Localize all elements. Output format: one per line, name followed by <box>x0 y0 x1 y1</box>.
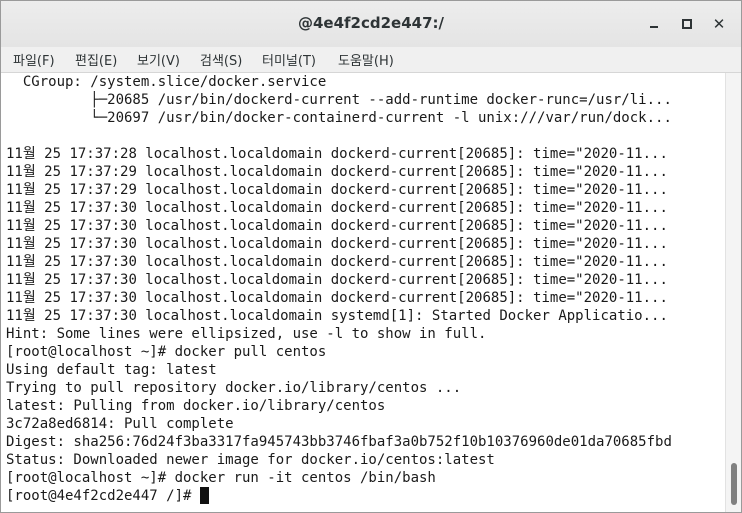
menu-file[interactable]: 파일(F) <box>11 50 57 69</box>
terminal-line: 11월 25 17:37:30 localhost.localdomain do… <box>6 236 668 252</box>
menu-bar: 파일(F) 편집(E) 보기(V) 검색(S) 터미널(T) 도움말(H) <box>1 47 741 73</box>
terminal-line: Trying to pull repository docker.io/libr… <box>6 380 462 396</box>
scrollbar-thumb[interactable] <box>731 463 737 505</box>
text-cursor <box>200 487 209 504</box>
terminal-line: [root@localhost ~]# docker pull centos <box>6 344 327 360</box>
terminal-line: latest: Pulling from docker.io/library/c… <box>6 398 386 414</box>
terminal-line: Status: Downloaded newer image for docke… <box>6 452 495 468</box>
vertical-scrollbar[interactable] <box>725 73 741 512</box>
terminal-line: 11월 25 17:37:28 localhost.localdomain do… <box>6 146 668 162</box>
terminal-line: [root@localhost ~]# docker run -it cento… <box>6 470 436 486</box>
title-bar[interactable]: @4e4f2cd2e447:/ ✕ <box>1 1 741 48</box>
menu-help[interactable]: 도움말(H) <box>336 50 396 69</box>
terminal-line: Using default tag: latest <box>6 362 217 378</box>
terminal-line: Hint: Some lines were ellipsized, use -l… <box>6 326 487 342</box>
close-button[interactable]: ✕ <box>709 14 729 34</box>
terminal-line: 11월 25 17:37:30 localhost.localdomain sy… <box>6 308 668 324</box>
minimize-button[interactable] <box>644 14 664 34</box>
maximize-button[interactable] <box>677 14 697 34</box>
window-title: @4e4f2cd2e447:/ <box>297 14 445 32</box>
menu-search[interactable]: 검색(S) <box>198 50 244 69</box>
terminal-line: Digest: sha256:76d24f3ba3317fa945743bb37… <box>6 434 672 450</box>
menu-view[interactable]: 보기(V) <box>135 50 182 69</box>
terminal-line: 11월 25 17:37:30 localhost.localdomain do… <box>6 290 668 306</box>
terminal-line: ├─20685 /usr/bin/dockerd-current --add-r… <box>6 92 672 108</box>
maximize-icon <box>682 19 692 29</box>
terminal-line: 11월 25 17:37:29 localhost.localdomain do… <box>6 182 668 198</box>
menu-edit[interactable]: 편집(E) <box>73 50 119 69</box>
terminal-prompt-line: [root@4e4f2cd2e447 /]# <box>6 488 200 504</box>
terminal-line: 3c72a8ed6814: Pull complete <box>6 416 234 432</box>
close-icon: ✕ <box>712 15 726 33</box>
terminal-line: CGroup: /system.slice/docker.service <box>6 74 327 90</box>
minimize-icon <box>650 26 658 28</box>
terminal-line: 11월 25 17:37:29 localhost.localdomain do… <box>6 164 668 180</box>
terminal-line: └─20697 /usr/bin/docker-containerd-curre… <box>6 110 672 126</box>
menu-terminal[interactable]: 터미널(T) <box>260 50 318 69</box>
terminal-window: @4e4f2cd2e447:/ ✕ 파일(F) 편집(E) 보기(V) 검색(S… <box>0 0 742 513</box>
terminal-line: 11월 25 17:37:30 localhost.localdomain do… <box>6 218 668 234</box>
terminal-output[interactable]: CGroup: /system.slice/docker.service ├─2… <box>1 73 725 512</box>
terminal-line: 11월 25 17:37:30 localhost.localdomain do… <box>6 272 668 288</box>
terminal-line: 11월 25 17:37:30 localhost.localdomain do… <box>6 200 668 216</box>
terminal-line: 11월 25 17:37:30 localhost.localdomain do… <box>6 254 668 270</box>
